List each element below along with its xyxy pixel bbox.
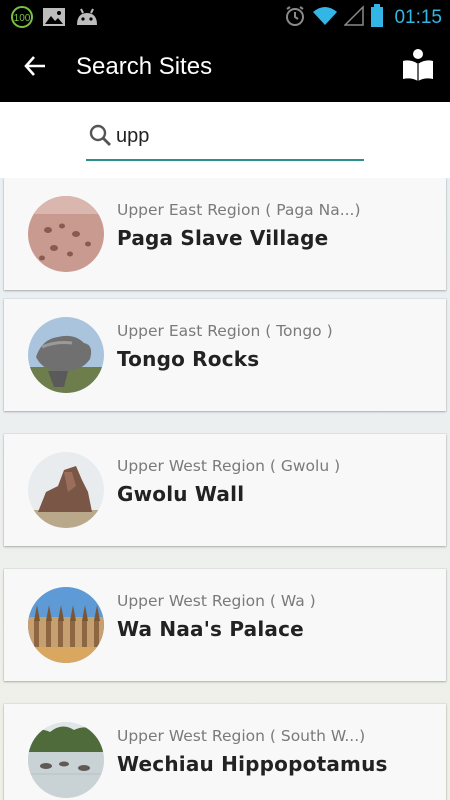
site-name: Paga Slave Village [117,226,329,250]
site-thumbnail [28,196,104,272]
site-region: Upper East Region ( Paga Na...) [117,201,361,219]
site-region: Upper West Region ( Wa ) [117,592,316,610]
app-bar: Search Sites [0,33,450,102]
site-name: Gwolu Wall [117,482,245,506]
battery-100-notification-icon: 100 [10,5,34,33]
signal-icon [343,5,365,31]
site-name: Tongo Rocks [117,347,260,371]
site-name: Wa Naa's Palace [117,617,304,641]
search-field[interactable] [86,117,364,161]
site-thumbnail [28,317,104,393]
svg-text:100: 100 [14,13,31,24]
system-icons: 01:15 [284,4,442,32]
book-reader-icon [401,48,435,86]
site-region: Upper West Region ( South W...) [117,727,366,745]
site-region: Upper West Region ( Gwolu ) [117,457,341,475]
site-thumbnail [28,722,104,798]
page-title: Search Sites [76,53,213,80]
arrow-left-icon [23,54,47,82]
list-item[interactable]: Upper East Region ( Paga Na...) Paga Sla… [4,178,446,290]
android-icon [74,7,100,31]
status-time: 01:15 [394,7,442,28]
status-bar: 100 01:15 [0,0,450,33]
guide-button[interactable] [398,47,438,87]
battery-icon [370,4,384,32]
search-icon [88,123,112,151]
alarm-icon [284,5,306,31]
site-name: Wechiau Hippopotamus [117,752,388,776]
search-input[interactable] [116,121,356,151]
results-list[interactable]: Upper East Region ( Paga Na...) Paga Sla… [0,178,450,800]
list-item[interactable]: Upper East Region ( Tongo ) Tongo Rocks [4,299,446,411]
list-item[interactable]: Upper West Region ( Wa ) Wa Naa's Palace [4,569,446,681]
notification-icons: 100 [10,5,100,33]
list-item[interactable]: Upper West Region ( Gwolu ) Gwolu Wall [4,434,446,546]
wifi-icon [312,5,338,31]
image-icon [42,6,66,32]
list-item[interactable]: Upper West Region ( South W...) Wechiau … [4,704,446,800]
search-bar [0,102,450,178]
site-thumbnail [28,452,104,528]
back-button[interactable] [14,47,56,89]
site-thumbnail [28,587,104,663]
site-region: Upper East Region ( Tongo ) [117,322,333,340]
